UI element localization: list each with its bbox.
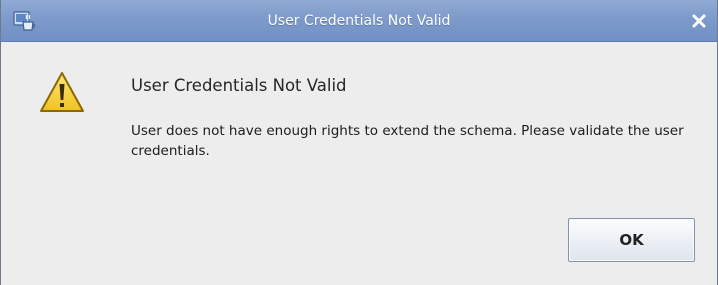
dialog-window: User Credentials Not Valid User Credenti…: [0, 0, 718, 285]
ok-button[interactable]: OK: [568, 218, 695, 262]
title-bar[interactable]: User Credentials Not Valid: [1, 0, 717, 42]
dialog-heading: User Credentials Not Valid: [131, 76, 347, 95]
dialog-message: User does not have enough rights to exte…: [131, 123, 684, 159]
window-title: User Credentials Not Valid: [267, 13, 451, 29]
warning-triangle-icon: [40, 72, 84, 112]
close-icon[interactable]: [687, 9, 711, 33]
